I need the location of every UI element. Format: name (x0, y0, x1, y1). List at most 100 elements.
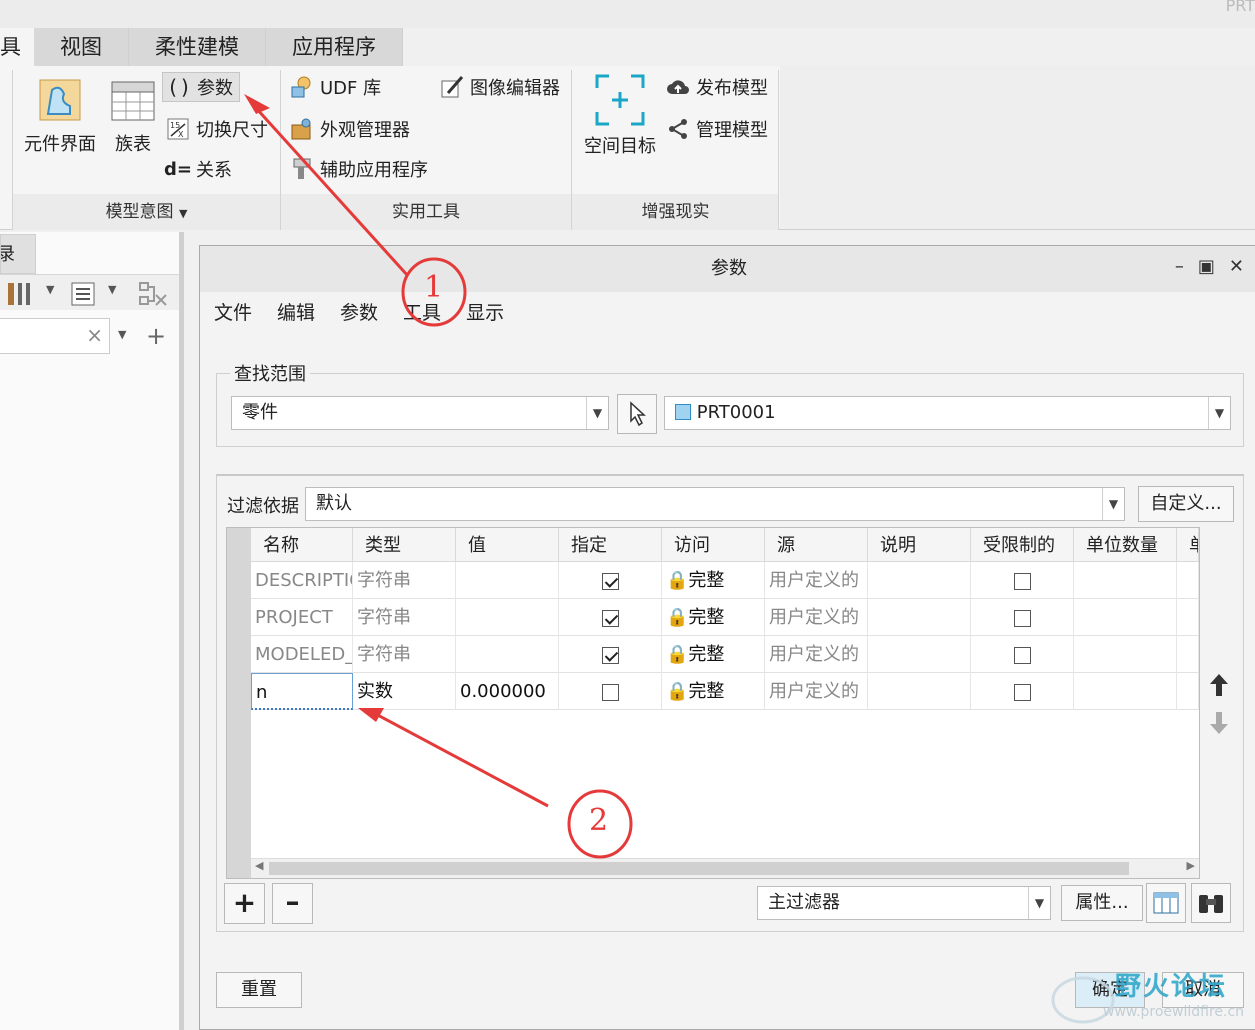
table-row[interactable]: n 实数 0.000000 🔒完整 用户定义的 (251, 673, 1199, 710)
column-header-value[interactable]: 值 (456, 528, 559, 562)
chevron-left-icon[interactable]: ◀ (255, 859, 263, 872)
cell-unit[interactable] (1177, 599, 1199, 636)
chevron-down-icon[interactable]: ▼ (118, 328, 126, 341)
minimize-icon[interactable]: – (1175, 256, 1184, 277)
cell-description[interactable] (868, 562, 971, 599)
cell-unit[interactable] (1177, 673, 1199, 710)
cell-value[interactable] (456, 636, 559, 673)
scope-object-select[interactable]: PRT0001 ▼ (664, 396, 1231, 430)
cell-unit-quantity[interactable] (1074, 636, 1177, 673)
restricted-checkbox[interactable] (1013, 572, 1031, 590)
move-up-icon[interactable] (1208, 672, 1230, 703)
cell-unit-quantity[interactable] (1074, 562, 1177, 599)
cell-access[interactable]: 🔒完整 (662, 673, 765, 710)
tab-applications[interactable]: 应用程序 (266, 28, 403, 66)
cell-unit[interactable] (1177, 562, 1199, 599)
add-parameter-button[interactable]: + (224, 883, 265, 924)
component-interface-button[interactable]: 元件界面 (22, 76, 98, 156)
table-row[interactable]: PROJECT 字符串 🔒完整 用户定义的 (251, 599, 1199, 636)
column-header-unit-quantity[interactable]: 单位数量 (1074, 528, 1177, 562)
cell-access[interactable]: 🔒完整 (662, 636, 765, 673)
table-row[interactable]: MODELED_ 字符串 🔒完整 用户定义的 (251, 636, 1199, 673)
menu-edit[interactable]: 编辑 (277, 292, 315, 334)
designate-checkbox[interactable] (601, 572, 619, 590)
column-header-unit[interactable]: 单 (1177, 528, 1199, 562)
cell-description[interactable] (868, 673, 971, 710)
cell-unit-quantity[interactable] (1074, 673, 1177, 710)
cell-name[interactable]: DESCRIPTIO (251, 562, 353, 599)
menu-parameters[interactable]: 参数 (340, 292, 378, 334)
search-button[interactable] (1191, 883, 1231, 923)
space-target-button[interactable]: 空间目标 (580, 74, 660, 158)
close-icon[interactable]: × (86, 323, 103, 347)
restricted-checkbox[interactable] (1013, 609, 1031, 627)
designate-checkbox[interactable] (601, 609, 619, 627)
restricted-checkbox[interactable] (1013, 646, 1031, 664)
cell-description[interactable] (868, 599, 971, 636)
udf-library-button[interactable]: UDF 库 (290, 72, 381, 102)
maximize-icon[interactable]: ▣ (1198, 256, 1215, 277)
publish-model-button[interactable]: 发布模型 (666, 72, 768, 102)
reset-button[interactable]: 重置 (216, 972, 302, 1008)
manage-model-button[interactable]: 管理模型 (666, 114, 768, 144)
list-view-icon[interactable] (70, 281, 96, 312)
cell-unit-quantity[interactable] (1074, 599, 1177, 636)
table-columns-button[interactable] (1146, 883, 1186, 923)
model-intent-group-label[interactable]: 模型意图 ▼ (13, 194, 280, 230)
tools-icon[interactable] (6, 281, 36, 312)
menu-display[interactable]: 显示 (466, 292, 504, 334)
scope-type-select[interactable]: 零件 ▼ (231, 396, 609, 430)
cell-access[interactable]: 🔒完整 (662, 599, 765, 636)
cell-type[interactable]: 字符串 (353, 562, 456, 599)
cell-value[interactable]: 0.000000 (456, 673, 559, 710)
search-input[interactable]: × (0, 318, 110, 354)
cell-type[interactable]: 字符串 (353, 599, 456, 636)
tab-tools[interactable]: 具 (0, 28, 34, 66)
cell-type[interactable]: 字符串 (353, 636, 456, 673)
relations-button[interactable]: d= 关系 (164, 154, 232, 184)
cell-description[interactable] (868, 636, 971, 673)
tab-view[interactable]: 视图 (34, 28, 129, 66)
customize-button[interactable]: 自定义... (1138, 486, 1234, 522)
horizontal-scrollbar[interactable]: ◀ ▶ (251, 858, 1199, 878)
designate-checkbox[interactable] (601, 646, 619, 664)
cell-access[interactable]: 🔒完整 (662, 562, 765, 599)
properties-button[interactable]: 属性... (1061, 885, 1143, 921)
tab-flexible-modeling[interactable]: 柔性建模 (129, 28, 266, 66)
table-row[interactable]: DESCRIPTIO 字符串 🔒完整 用户定义的 (251, 562, 1199, 599)
column-header-source[interactable]: 源 (765, 528, 868, 562)
column-header-type[interactable]: 类型 (353, 528, 456, 562)
remove-parameter-button[interactable]: – (272, 883, 313, 924)
column-header-access[interactable]: 访问 (662, 528, 765, 562)
column-header-description[interactable]: 说明 (868, 528, 971, 562)
chevron-right-icon[interactable]: ▶ (1187, 859, 1195, 872)
history-tab[interactable]: 录 (0, 234, 36, 274)
cell-type[interactable]: 实数 (353, 673, 456, 710)
appearance-manager-button[interactable]: 外观管理器 (290, 114, 410, 144)
parameters-button[interactable]: ( ) 参数 (162, 72, 240, 102)
cell-value[interactable] (456, 562, 559, 599)
select-object-button[interactable] (617, 394, 657, 434)
chevron-down-icon[interactable]: ▼ (46, 283, 54, 296)
menu-file[interactable]: 文件 (214, 292, 252, 334)
cell-value[interactable] (456, 599, 559, 636)
column-header-restricted[interactable]: 受限制的 (971, 528, 1074, 562)
scrollbar-thumb[interactable] (269, 862, 1129, 875)
cell-name[interactable]: PROJECT (251, 599, 353, 636)
switch-dimensions-button[interactable]: 15 X 切换尺寸 (166, 114, 268, 144)
cell-name[interactable]: n (251, 673, 353, 710)
main-filter-select[interactable]: 主过滤器 ▼ (757, 886, 1051, 920)
chevron-down-icon[interactable]: ▼ (108, 283, 116, 296)
filter-tree-icon[interactable] (138, 281, 168, 312)
auxiliary-apps-button[interactable]: 辅助应用程序 (290, 154, 428, 184)
add-icon[interactable]: + (146, 322, 166, 350)
cell-name[interactable]: MODELED_ (251, 636, 353, 673)
move-down-icon[interactable] (1208, 710, 1230, 741)
designate-checkbox[interactable] (601, 683, 619, 701)
filter-select[interactable]: 默认 ▼ (305, 487, 1125, 521)
image-editor-button[interactable]: 图像编辑器 (440, 72, 560, 102)
restricted-checkbox[interactable] (1013, 683, 1031, 701)
close-icon[interactable]: ✕ (1229, 256, 1244, 277)
family-table-button[interactable]: 族表 (108, 76, 158, 156)
cell-unit[interactable] (1177, 636, 1199, 673)
